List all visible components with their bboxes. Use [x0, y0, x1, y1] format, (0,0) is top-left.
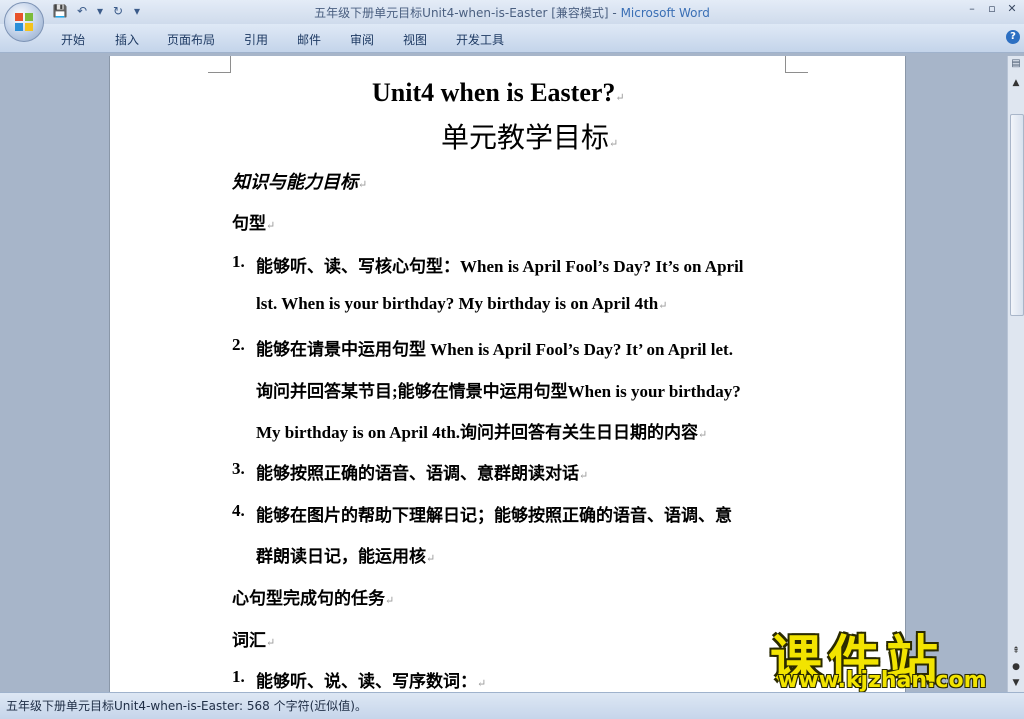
list-item-line: My birthday is on April 4th.询问并回答有关生日日期的… [256, 423, 708, 442]
document-page[interactable]: Unit4 when is Easter?↵ 单元教学目标↵ 知识与能力目标↵ … [109, 56, 906, 696]
section-heading: 知识与能力目标↵ [232, 172, 368, 192]
tab-insert[interactable]: 插入 [115, 31, 139, 48]
tab-page-layout[interactable]: 页面布局 [167, 31, 215, 48]
watermark-url: www.kjzhan.com [778, 668, 987, 693]
browse-object-icon[interactable]: ● [1010, 660, 1022, 674]
paragraph-mark: ↵ [477, 678, 487, 690]
restore-icon[interactable]: ▫ [984, 2, 1000, 15]
status-bar: 五年级下册单元目标Unit4-when-is-Easter: 568 个字符(近… [0, 692, 1024, 719]
paragraph-mark: ↵ [426, 553, 436, 565]
vocab-heading: 词汇↵ [232, 631, 276, 650]
sentence-heading: 句型↵ [232, 214, 276, 233]
paragraph-mark: ↵ [615, 92, 625, 104]
scroll-down-icon[interactable]: ▼ [1010, 676, 1022, 690]
close-icon[interactable]: ✕ [1004, 2, 1020, 15]
tab-references[interactable]: 引用 [244, 31, 268, 48]
list-number: 2. [232, 335, 245, 354]
task-line: 心句型完成句的任务↵ [232, 589, 395, 608]
list-number: 1. [232, 252, 245, 271]
tab-view[interactable]: 视图 [403, 31, 427, 48]
list-number: 4. [232, 501, 245, 520]
list-item-line: 能够听、读、写核心句型：When is April Fool’s Day? It… [256, 257, 744, 276]
margin-corner-top-right [785, 56, 808, 73]
document-name: 五年级下册单元目标Unit4-when-is-Easter [兼容模式] [314, 6, 609, 20]
tab-home[interactable]: 开始 [61, 31, 85, 48]
scroll-up-icon[interactable]: ▲ [1010, 76, 1022, 90]
ribbon-tab-bar: 开始 插入 页面布局 引用 邮件 审阅 视图 开发工具 ? [0, 24, 1024, 53]
margin-corner-top-left [208, 56, 231, 73]
paragraph-mark: ↵ [385, 595, 395, 607]
title-bar: 💾 ↶ ▾ ↻ ▾ 五年级下册单元目标Unit4-when-is-Easter … [0, 0, 1024, 24]
list-item-line: 能够在图片的帮助下理解日记；能够按照正确的语音、语调、意 [256, 506, 732, 525]
office-logo-icon [15, 13, 33, 31]
minimize-icon[interactable]: – [964, 2, 980, 15]
tab-mailings[interactable]: 邮件 [297, 31, 321, 48]
list-item-line: 询问并回答某节目;能够在情景中运用句型When is your birthday… [256, 382, 741, 401]
paragraph-mark: ↵ [658, 300, 668, 312]
paragraph-mark: ↵ [579, 470, 589, 482]
list-item-line: 能够听、说、读、写序数词：↵ [256, 672, 487, 691]
document-subtitle: 单元教学目标↵ [441, 123, 619, 154]
watermark-logo: 课件站 www.kjzhan.com [770, 618, 1010, 696]
paragraph-mark: ↵ [266, 220, 276, 232]
office-button[interactable] [4, 2, 44, 42]
title-separator: - [608, 6, 621, 20]
app-name: Microsoft Word [620, 6, 710, 20]
list-number: 1. [232, 667, 245, 686]
help-icon[interactable]: ? [1006, 30, 1020, 44]
window-title: 五年级下册单元目标Unit4-when-is-Easter [兼容模式] - M… [0, 4, 1024, 21]
tab-developer[interactable]: 开发工具 [456, 31, 504, 48]
list-number: 3. [232, 459, 245, 478]
previous-page-icon[interactable]: ⇞ [1010, 644, 1022, 658]
paragraph-mark: ↵ [698, 429, 708, 441]
paragraph-mark: ↵ [358, 179, 368, 191]
list-item-line: 群朗读日记，能运用核↵ [256, 547, 436, 566]
list-item-line: 能够按照正确的语音、语调、意群朗读对话↵ [256, 464, 589, 483]
window-controls: – ▫ ✕ [964, 2, 1020, 15]
list-item-line: lst. When is your birthday? My birthday … [256, 294, 668, 313]
list-item-line: 能够在请景中运用句型 When is April Fool’s Day? It’… [256, 340, 733, 359]
paragraph-mark: ↵ [609, 138, 619, 150]
status-text: 五年级下册单元目标Unit4-when-is-Easter: 568 个字符(近… [6, 699, 367, 713]
paragraph-mark: ↵ [266, 637, 276, 649]
scrollbar-thumb[interactable] [1010, 114, 1024, 316]
vertical-scrollbar[interactable]: ▤ ▲ ⇞ ● ▼ [1007, 56, 1024, 692]
document-title: Unit4 when is Easter?↵ [372, 78, 625, 107]
tab-review[interactable]: 审阅 [350, 31, 374, 48]
view-ruler-icon[interactable]: ▤ [1009, 58, 1023, 74]
